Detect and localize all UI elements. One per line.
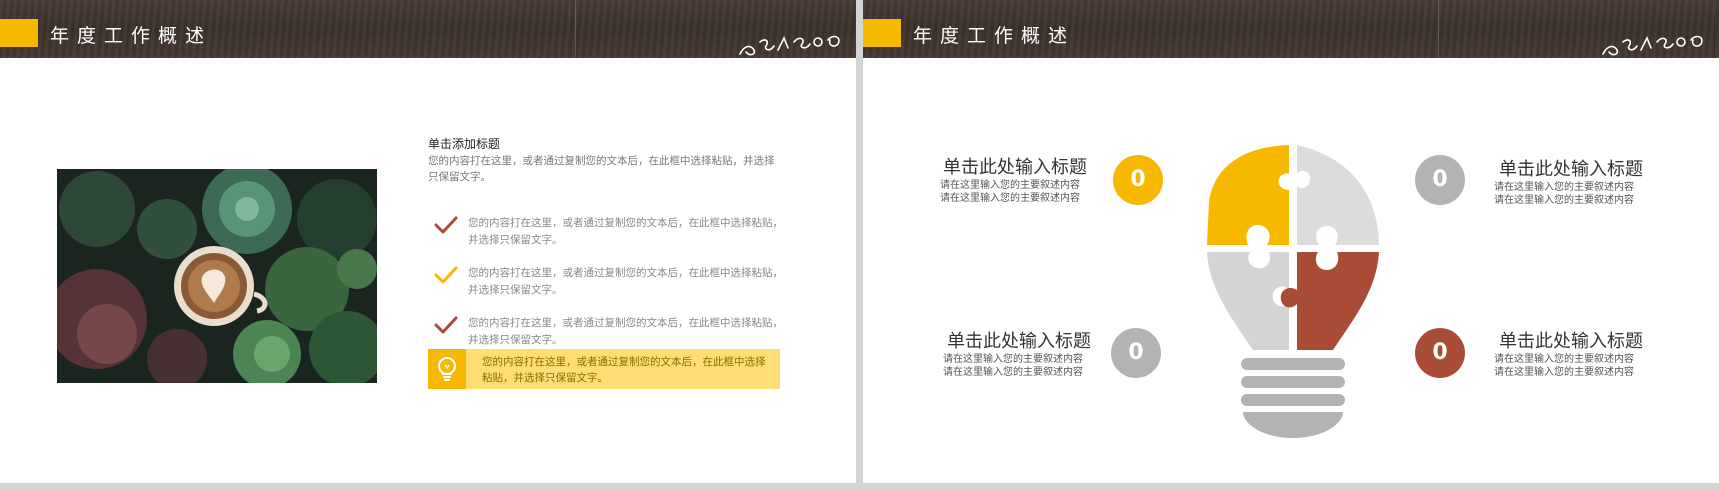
list-item: 您的内容打在这里，或者通过复制您的文本后，在此框中选择粘贴，并选择只保留文字。	[428, 260, 788, 310]
slide-header: 年度工作概述	[0, 0, 856, 58]
quadrant-text[interactable]: 请在这里输入您的主要叙述内容	[943, 354, 1083, 366]
check-icon	[434, 266, 458, 284]
number-badge: 0	[1111, 328, 1161, 378]
puzzle-piece-top-right	[1297, 145, 1379, 245]
list-item-text[interactable]: 您的内容打在这里，或者通过复制您的文本后，在此框中选择粘贴，并选择只保留文字。	[468, 215, 788, 249]
puzzle-piece-bottom-right	[1280, 252, 1379, 350]
highlight-icon-box	[428, 349, 466, 389]
chalk-doodle-icon	[1602, 35, 1703, 56]
chalk-doodle-icon	[739, 35, 840, 56]
quadrant-title[interactable]: 单击此处输入标题	[1499, 160, 1643, 180]
list-item-text[interactable]: 您的内容打在这里，或者通过复制您的文本后，在此框中选择粘贴，并选择只保留文字。	[468, 315, 788, 349]
check-icon	[434, 216, 458, 234]
quadrant-title[interactable]: 单击此处输入标题	[1499, 332, 1643, 352]
number-badge: 0	[1113, 155, 1163, 205]
header-title: 年度工作概述	[50, 25, 213, 47]
content-title[interactable]: 单击添加标题	[428, 136, 500, 152]
list-item: 您的内容打在这里，或者通过复制您的文本后，在此框中选择粘贴，并选择只保留文字。	[428, 210, 788, 260]
list-item-text[interactable]: 您的内容打在这里，或者通过复制您的文本后，在此框中选择粘贴，并选择只保留文字。	[468, 265, 788, 299]
puzzle-piece-bottom-left	[1207, 252, 1289, 350]
slide-1: 年度工作概述 单击添加标题 您的内容打在这里，或者通过复制您的文本后，在此框中选…	[0, 0, 856, 483]
check-icon	[434, 316, 458, 334]
number-badge: 0	[1415, 328, 1465, 378]
quadrant-text[interactable]: 请在这里输入您的主要叙述内容	[1494, 354, 1634, 366]
slide-header: 年度工作概述	[863, 0, 1719, 58]
bulb-base-ring	[1241, 376, 1345, 388]
slide-2: 年度工作概述 单击此处输入标题 请在这里输入您的主要叙述内容 请在这里输入您的主…	[863, 0, 1719, 483]
highlight-item-text[interactable]: 您的内容打在这里，或者通过复制您的文本后，在此框中选择粘贴，并选择只保留文字。	[482, 354, 772, 386]
number-badge: 0	[1415, 155, 1465, 205]
bulb-base-ring	[1241, 394, 1345, 406]
content-description[interactable]: 您的内容打在这里，或者通过复制您的文本后，在此框中选择粘贴，并选择只保留文字。	[428, 153, 778, 185]
header-title: 年度工作概述	[913, 25, 1076, 47]
header-accent-bar	[0, 19, 38, 47]
quadrant-text[interactable]: 请在这里输入您的主要叙述内容	[940, 180, 1080, 192]
quadrant-text[interactable]: 请在这里输入您的主要叙述内容	[1494, 182, 1634, 194]
lightbulb-icon	[438, 357, 456, 381]
quadrant-text[interactable]: 请在这里输入您的主要叙述内容	[1494, 367, 1634, 379]
bulb-base-tip	[1243, 412, 1343, 438]
puzzle-piece-top-left	[1207, 145, 1289, 245]
quadrant-title[interactable]: 单击此处输入标题	[947, 332, 1091, 352]
bulb-base-ring	[1241, 358, 1345, 370]
succulent-coffee-photo	[57, 169, 377, 383]
quadrant-text[interactable]: 请在这里输入您的主要叙述内容	[943, 367, 1083, 379]
quadrant-text[interactable]: 请在这里输入您的主要叙述内容	[940, 193, 1080, 205]
puzzle-lightbulb-icon	[1207, 145, 1379, 438]
highlight-item: 您的内容打在这里，或者通过复制您的文本后，在此框中选择粘贴，并选择只保留文字。	[428, 349, 780, 389]
quadrant-title[interactable]: 单击此处输入标题	[943, 158, 1087, 178]
header-accent-bar	[863, 19, 901, 47]
quadrant-text[interactable]: 请在这里输入您的主要叙述内容	[1494, 195, 1634, 207]
